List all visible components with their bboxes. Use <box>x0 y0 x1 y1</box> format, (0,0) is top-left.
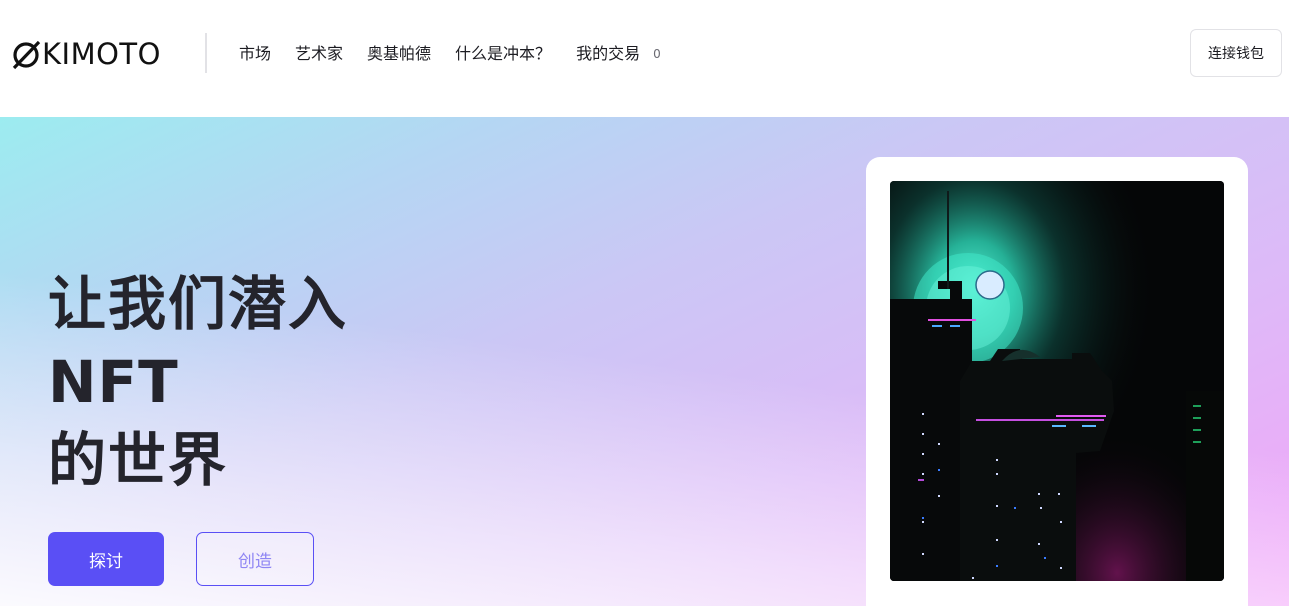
featured-nft-card[interactable] <box>866 157 1248 606</box>
header-divider <box>205 33 207 73</box>
cyberpunk-city-illustration <box>890 181 1224 581</box>
nav-what-is-okimoto[interactable]: 什么是冲本？ <box>455 40 551 64</box>
featured-nft-artwork[interactable] <box>890 181 1224 581</box>
nav-my-trades[interactable]: 我的交易 <box>576 40 640 64</box>
hero-section: 让我们潜入 NFT 的世界 探讨 创造 <box>0 117 1289 606</box>
nav-okipad[interactable]: 奥基帕德 <box>367 40 431 64</box>
create-button[interactable]: 创造 <box>196 532 314 586</box>
slashed-o-logo-icon <box>12 34 42 74</box>
connect-wallet-button[interactable]: 连接钱包 <box>1190 29 1282 77</box>
nav-market[interactable]: 市场 <box>239 40 271 64</box>
headline-line-1: 让我们潜入 <box>48 270 349 338</box>
main-nav: 市场 艺术家 奥基帕德 什么是冲本？ 我的交易 0 <box>239 40 661 64</box>
nav-artists[interactable]: 艺术家 <box>295 40 343 64</box>
headline-line-2: NFT <box>48 348 179 416</box>
headline-line-3: 的世界 <box>48 426 229 494</box>
okimoto-logo[interactable]: KIMOTO <box>12 34 161 74</box>
site-header: KIMOTO 市场 艺术家 奥基帕德 什么是冲本？ 我的交易 0 连接钱包 <box>0 0 1289 117</box>
explore-button[interactable]: 探讨 <box>48 532 164 586</box>
hero-headline: 让我们潜入 NFT 的世界 <box>48 265 348 499</box>
trades-count-badge: 0 <box>653 47 661 61</box>
logo-text: KIMOTO <box>42 37 161 71</box>
